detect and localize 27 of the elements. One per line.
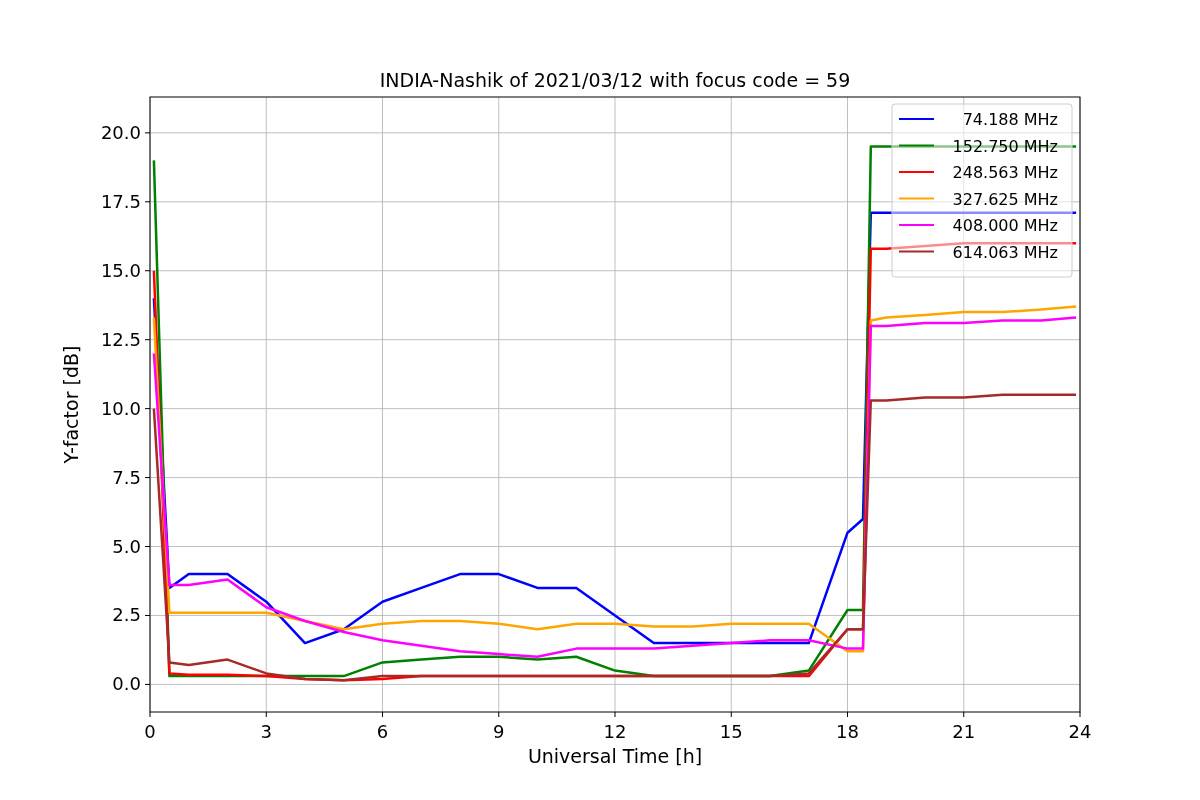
axis-label: Universal Time [h] [527, 745, 703, 767]
tick-label: 5.0 [112, 535, 141, 557]
tick-label: 15.0 [100, 259, 141, 281]
legend-label: 614.063 MHz [952, 242, 1058, 262]
tick-label: 15 [719, 721, 743, 742]
legend-label: 408.000 MHz [952, 216, 1058, 235]
tick-label: 9 [493, 721, 505, 742]
tick-label: 3 [260, 721, 272, 742]
tick-label: 2.5 [112, 604, 141, 626]
chart-title: INDIA-Nashik of 2021/03/12 with focus code = 59 [379, 69, 851, 91]
tick-label: 0 [144, 721, 156, 742]
legend-label: 248.563 MHz [952, 163, 1058, 182]
legend-label: 152.750 MHz [952, 136, 1058, 156]
tick-label: 24 [1068, 721, 1092, 742]
tick-label: 18 [836, 721, 859, 742]
tick-label: 7.5 [112, 466, 141, 488]
axis-label: Y-factor [dB] [60, 345, 82, 464]
tick-label: 12 [603, 721, 627, 742]
tick-label: 20.0 [100, 121, 141, 143]
tick-label: 17.5 [100, 190, 141, 212]
legend-label: 327.625 MHz [952, 189, 1058, 209]
tick-label: 21 [952, 721, 976, 742]
tick-label: 12.5 [100, 328, 141, 350]
legend-label: 74.188 MHz [962, 110, 1058, 129]
tick-label: 6 [376, 721, 389, 742]
tick-label: 10.0 [100, 397, 141, 419]
tick-label: 0.0 [112, 673, 141, 695]
